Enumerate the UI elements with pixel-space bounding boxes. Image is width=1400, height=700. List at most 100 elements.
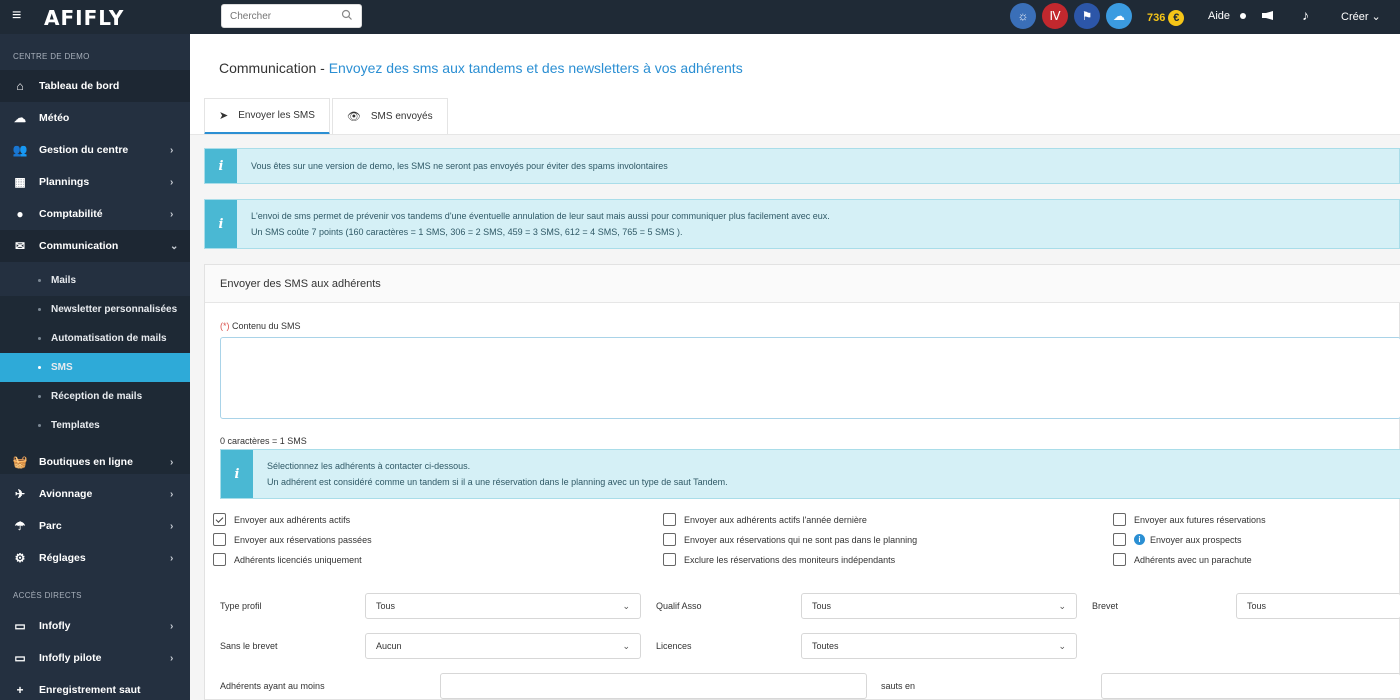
basket-icon: 🧺 (12, 455, 28, 469)
checkbox-futures-reservations[interactable]: Envoyer aux futures réservations (1113, 513, 1266, 526)
page-title-main: Communication - (219, 60, 329, 76)
sidebar-item-avionnage[interactable]: ✈ Avionnage › (0, 478, 190, 510)
weather-sun-icon[interactable]: ☼ (1010, 3, 1036, 29)
selection-alert: i Sélectionnez les adhérents à contacter… (220, 449, 1400, 499)
qualif-asso-select[interactable]: Tous ⌄ (801, 593, 1077, 619)
checkbox-unchecked[interactable] (1113, 513, 1126, 526)
sauts-min-input[interactable] (440, 673, 867, 699)
sidebar-subitem-reception[interactable]: Réception de mails (0, 382, 190, 411)
info-icon: i (205, 149, 237, 183)
checkbox-adherents-actifs[interactable]: Envoyer aux adhérents actifs (213, 513, 350, 526)
chevron-right-icon: › (170, 144, 174, 156)
bullet-icon (38, 337, 41, 340)
au-moins-label: Adhérents ayant au moins (220, 681, 325, 691)
sidebar-subitem-label: Mails (51, 275, 77, 286)
bullet-icon (38, 279, 41, 282)
checkbox-exclure-moniteurs[interactable]: Exclure les réservations des moniteurs i… (663, 553, 895, 566)
info-icon: i (221, 450, 253, 498)
tab-label: SMS envoyés (370, 111, 433, 122)
select-value: Aucun (376, 641, 402, 651)
sidebar-subitem-sms[interactable]: SMS (0, 353, 190, 382)
sidebar-subitem-mails[interactable]: Mails (0, 266, 190, 295)
top-bar: ≡ AFIFLY ☼ Ⅳ ⚑ ☁ 736 € Aide ♪ Créer ⌄ (0, 0, 1400, 34)
checkbox-reservations-passees[interactable]: Envoyer aux réservations passées (213, 533, 372, 546)
select-value: Toutes (812, 641, 839, 651)
checkbox-unchecked[interactable] (663, 533, 676, 546)
music-note-icon[interactable]: ♪ (1302, 7, 1309, 23)
menu-icon[interactable]: ≡ (12, 8, 28, 24)
megaphone-icon[interactable] (1262, 11, 1274, 20)
bullet-icon (38, 424, 41, 427)
plus-icon: + (16, 683, 24, 697)
sidebar-item-infofly-pilote[interactable]: ▭ Infofly pilote › (0, 642, 190, 674)
tab-envoyer-sms[interactable]: ➤ Envoyer les SMS (204, 98, 330, 135)
chevron-right-icon: › (170, 176, 174, 188)
tab-sms-envoyes[interactable]: 👁 SMS envoyés (331, 98, 448, 134)
windsock-icon[interactable]: ⚑ (1074, 3, 1100, 29)
search-box[interactable] (221, 4, 362, 28)
chevron-right-icon: › (170, 208, 174, 220)
sauts-en-input[interactable] (1101, 673, 1400, 699)
sidebar-item-communication[interactable]: ✉ Communication ⌄ (0, 230, 190, 262)
sidebar-item-reglages[interactable]: ⚙ Réglages › (0, 542, 190, 574)
sidebar-subitem-templates[interactable]: Templates (0, 411, 190, 440)
checkbox-unchecked[interactable] (1113, 553, 1126, 566)
content-label-text: Contenu du SMS (232, 321, 301, 331)
select-value: Tous (376, 601, 396, 611)
sidebar-item-tableau-de-bord[interactable]: ⌂ Tableau de bord (0, 70, 190, 102)
checkbox-licencies[interactable]: Adhérents licenciés uniquement (213, 553, 362, 566)
sidebar-section-title: CENTRE DE DEMO (13, 52, 90, 61)
sidebar-item-meteo[interactable]: ☁ Météo (0, 102, 190, 134)
checkbox-parachute[interactable]: Adhérents avec un parachute (1113, 553, 1252, 566)
parachute-logo-icon[interactable]: Ⅳ (1042, 3, 1068, 29)
sidebar: CENTRE DE DEMO ⌂ Tableau de bord ☁ Météo… (0, 34, 190, 700)
sidebar-item-parc[interactable]: ☂ Parc › (0, 510, 190, 542)
chevron-right-icon: › (170, 456, 174, 468)
brevet-select[interactable]: Tous (1236, 593, 1400, 619)
sidebar-item-label: Plannings (39, 176, 90, 188)
search-icon[interactable] (341, 9, 353, 21)
checkbox-unchecked[interactable] (663, 553, 676, 566)
alert-text: Sélectionnez les adhérents à contacter c… (267, 461, 471, 471)
points-counter[interactable]: 736 € (1147, 10, 1185, 26)
points-value: 736 (1147, 12, 1166, 24)
home-icon: ⌂ (16, 79, 24, 93)
sidebar-item-infofly[interactable]: ▭ Infofly › (0, 610, 190, 642)
sidebar-item-label: Gestion du centre (39, 144, 129, 156)
checkbox-checked[interactable] (213, 513, 226, 526)
sms-cost-alert: i L'envoi de sms permet de prévenir vos … (204, 199, 1400, 249)
type-profil-select[interactable]: Tous ⌄ (365, 593, 641, 619)
checkbox-prospects[interactable]: i Envoyer aux prospects (1113, 533, 1242, 546)
checkbox-label: Adhérents licenciés uniquement (234, 554, 362, 565)
envelope-icon: ✉ (14, 239, 26, 253)
sms-content-textarea[interactable] (220, 337, 1400, 419)
bullet-icon (38, 308, 41, 311)
sidebar-subitem-automatisation[interactable]: Automatisation de mails (0, 324, 190, 353)
sidebar-item-enregistrement[interactable]: + Enregistrement saut (0, 674, 190, 700)
checkbox-hors-planning[interactable]: Envoyer aux réservations qui ne sont pas… (663, 533, 917, 546)
chevron-right-icon: › (170, 488, 174, 500)
sidebar-item-comptabilite[interactable]: ● Comptabilité › (0, 198, 190, 230)
sidebar-subitem-newsletter[interactable]: Newsletter personnalisées (0, 295, 190, 324)
checkbox-label: Exclure les réservations des moniteurs i… (684, 554, 896, 565)
create-dropdown[interactable]: Créer ⌄ (1341, 10, 1381, 23)
checkbox-unchecked[interactable] (1113, 533, 1126, 546)
checkbox-unchecked[interactable] (663, 513, 676, 526)
info-circle-icon[interactable]: i (1134, 534, 1145, 545)
search-input[interactable] (222, 5, 332, 27)
sidebar-item-gestion[interactable]: 👥 Gestion du centre › (0, 134, 190, 166)
sidebar-item-plannings[interactable]: ▦ Plannings › (0, 166, 190, 198)
cloud-weather-icon[interactable]: ☁ (1106, 3, 1132, 29)
checkbox-unchecked[interactable] (213, 533, 226, 546)
tab-label: Envoyer les SMS (238, 110, 315, 121)
sans-brevet-select[interactable]: Aucun ⌄ (365, 633, 641, 659)
checkbox-unchecked[interactable] (213, 553, 226, 566)
help-link[interactable]: Aide (1208, 10, 1230, 22)
checkbox-actifs-annee-derniere[interactable]: Envoyer aux adhérents actifs l'année der… (663, 513, 867, 526)
sidebar-item-boutiques[interactable]: 🧺 Boutiques en ligne › (0, 446, 190, 478)
alert-text: Un SMS coûte 7 points (160 caractères = … (251, 227, 683, 237)
app-logo[interactable]: AFIFLY (44, 6, 124, 30)
licences-select[interactable]: Toutes ⌄ (801, 633, 1077, 659)
sidebar-item-label: Réglages (39, 552, 86, 564)
checkbox-label: Envoyer aux réservations passées (234, 534, 372, 545)
